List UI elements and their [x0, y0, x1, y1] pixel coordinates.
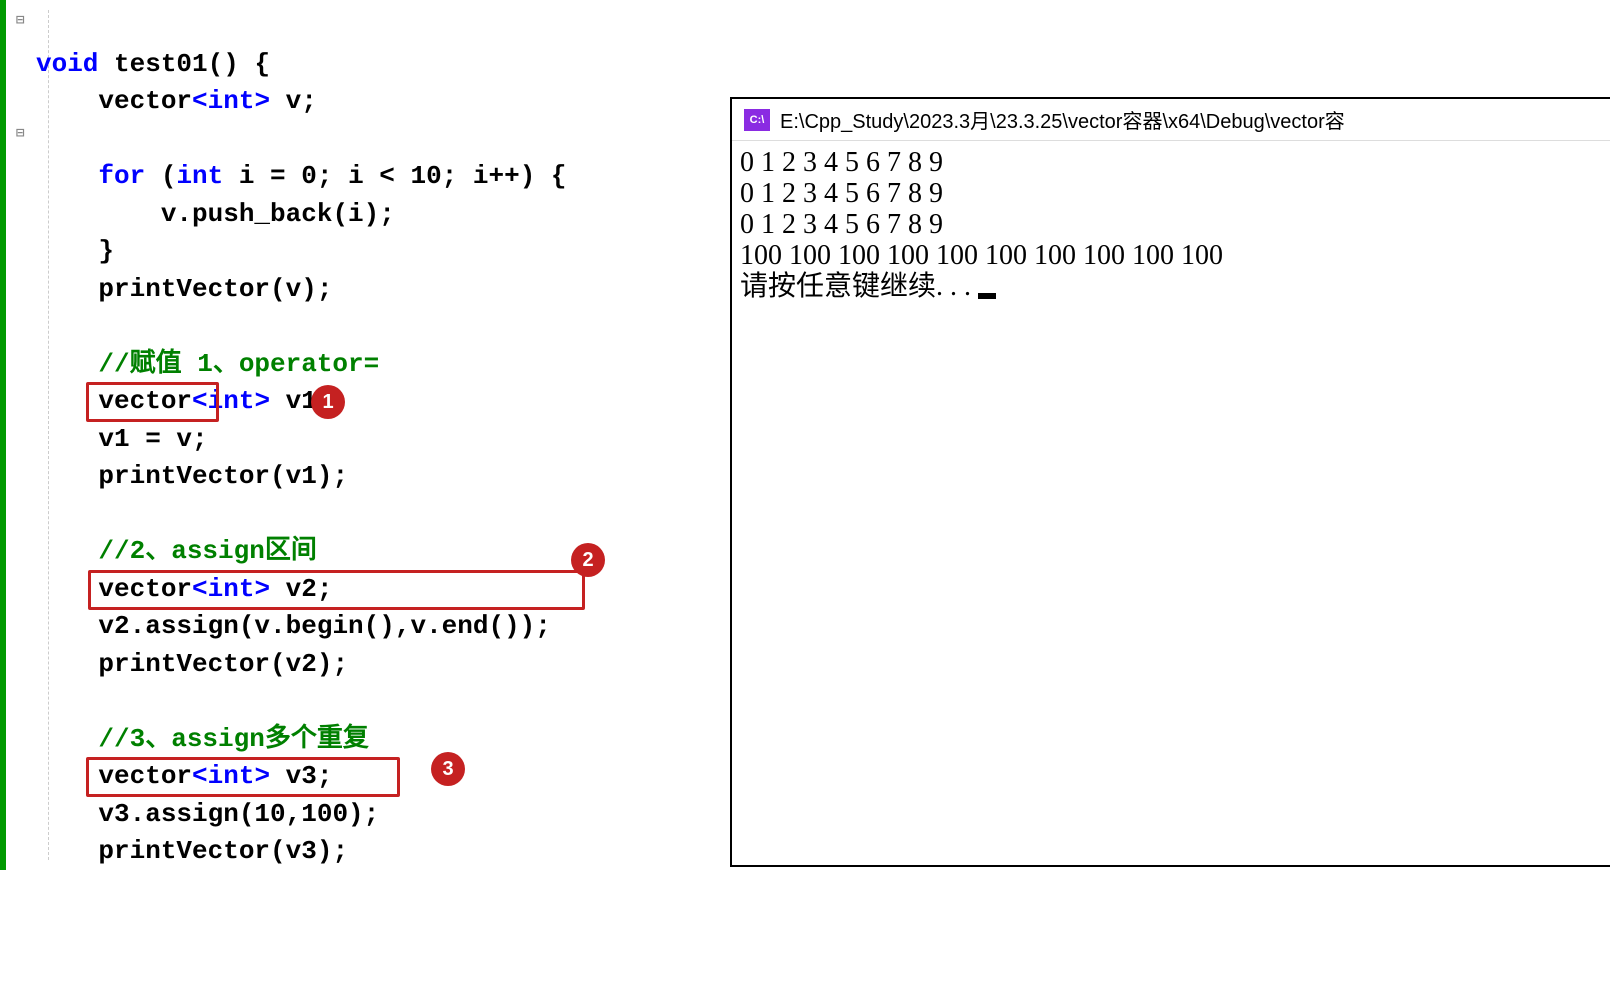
output-line: 100 100 100 100 100 100 100 100 100 100 [740, 240, 1223, 271]
fold-marker-icon[interactable]: ⊟ [16, 125, 24, 142]
output-line: 请按任意键继续. . . [740, 271, 978, 302]
console-icon: C:\ [744, 109, 770, 131]
code-line: vector<int> v; [36, 86, 317, 116]
annotation-box-1 [86, 382, 219, 422]
output-line: 0 1 2 3 4 5 6 7 8 9 [740, 147, 943, 178]
annotation-badge-2: 2 [571, 543, 605, 577]
code-line: printVector(v1); [36, 461, 348, 491]
output-line: 0 1 2 3 4 5 6 7 8 9 [740, 209, 943, 240]
output-line: 0 1 2 3 4 5 6 7 8 9 [740, 178, 943, 209]
fold-marker-icon[interactable]: ⊟ [16, 12, 24, 29]
annotation-box-2 [88, 570, 585, 610]
code-line: void test01() { [36, 49, 270, 79]
console-titlebar[interactable]: C:\ E:\Cpp_Study\2023.3月\23.3.25\vector容… [732, 99, 1610, 141]
cursor-icon [978, 293, 996, 299]
code-editor[interactable]: ⊟ ⊟ void test01() { vector<int> v; for (… [0, 0, 730, 870]
annotation-badge-3: 3 [431, 752, 465, 786]
code-line: v.push_back(i); [36, 199, 395, 229]
code-line: v3.assign(10,100); [36, 799, 379, 829]
code-line: v1 = v; [36, 424, 208, 454]
console-output[interactable]: 0 1 2 3 4 5 6 7 8 9 0 1 2 3 4 5 6 7 8 9 … [732, 141, 1610, 308]
code-line: printVector(v3); [36, 836, 348, 866]
code-line: printVector(v); [36, 274, 332, 304]
annotation-box-3 [86, 757, 400, 797]
keyword-void: void [36, 49, 98, 79]
code-line: //3、assign多个重复 [36, 724, 369, 754]
code-line: printVector(v2); [36, 649, 348, 679]
code-line: //赋值 1、operator= [36, 349, 379, 379]
code-line: for (int i = 0; i < 10; i++) { [36, 161, 567, 191]
code-line: v2.assign(v.begin(),v.end()); [36, 611, 551, 641]
code-line: //2、assign区间 [36, 536, 317, 566]
console-window[interactable]: C:\ E:\Cpp_Study\2023.3月\23.3.25\vector容… [730, 97, 1610, 867]
annotation-badge-1: 1 [311, 385, 345, 419]
code-line: } [36, 236, 114, 266]
console-title: E:\Cpp_Study\2023.3月\23.3.25\vector容器\x6… [780, 105, 1345, 134]
